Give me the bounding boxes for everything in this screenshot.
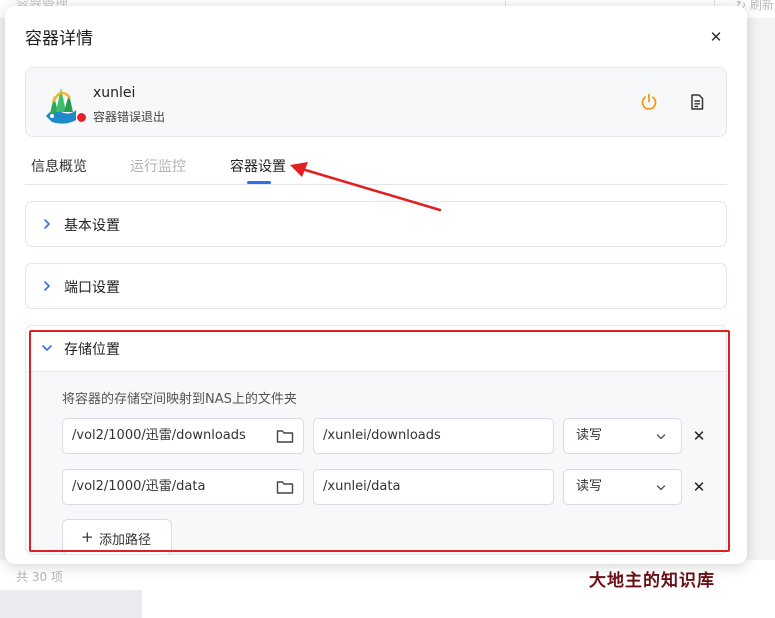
- storage-location-header[interactable]: 存储位置: [26, 326, 726, 372]
- host-path-value: /vol2/1000/迅雷/downloads: [72, 428, 246, 443]
- folder-icon[interactable]: [276, 479, 294, 495]
- chevron-right-icon: [44, 219, 50, 229]
- chevron-right-icon: [44, 281, 50, 291]
- background-total-count: 共 30 项: [16, 570, 63, 584]
- port-settings-header[interactable]: 端口设置: [26, 264, 726, 310]
- port-settings-label: 端口设置: [64, 280, 120, 296]
- status-error-dot: [76, 112, 87, 123]
- container-path-field[interactable]: /xunlei/data: [313, 469, 554, 505]
- container-details-dialog: 容器详情 ✕ xunlei 容器错误退出 信息概览 运行监控 容器设置 基本设置…: [5, 6, 747, 564]
- tab-bar: 信息概览 运行监控 容器设置: [25, 150, 727, 185]
- background-refresh-label: 刷新: [749, 0, 774, 12]
- background-sidebar-strip: [0, 590, 142, 618]
- container-path-field[interactable]: /xunlei/downloads: [313, 418, 554, 454]
- permission-select[interactable]: 读写: [563, 418, 682, 454]
- dialog-title: 容器详情: [25, 29, 93, 49]
- chevron-down-icon: [42, 345, 52, 351]
- tab-settings[interactable]: 容器设置: [230, 156, 286, 176]
- chevron-down-icon: [656, 485, 666, 491]
- host-path-value: /vol2/1000/迅雷/data: [72, 479, 206, 494]
- xunlei-logo-icon: [46, 88, 76, 124]
- container-path-value: /xunlei/downloads: [323, 428, 441, 443]
- background-content-strip: [142, 590, 775, 618]
- remove-mount-icon[interactable]: ✕: [691, 479, 707, 495]
- storage-description: 将容器的存储空间映射到NAS上的文件夹: [62, 392, 297, 407]
- permission-value: 读写: [576, 479, 603, 494]
- section-basic-settings: 基本设置: [25, 201, 727, 247]
- add-path-button[interactable]: + 添加路径: [62, 519, 172, 554]
- section-storage-location: 存储位置 将容器的存储空间映射到NAS上的文件夹 /vol2/1000/迅雷/d…: [25, 325, 727, 555]
- tab-overview[interactable]: 信息概览: [31, 156, 87, 176]
- container-name: xunlei: [93, 85, 136, 101]
- active-tab-indicator: [247, 181, 271, 184]
- basic-settings-header[interactable]: 基本设置: [26, 202, 726, 248]
- basic-settings-label: 基本设置: [64, 218, 120, 234]
- watermark-text: 大地主的知识库: [589, 571, 715, 591]
- permission-value: 读写: [576, 428, 603, 443]
- permission-select[interactable]: 读写: [563, 469, 682, 505]
- container-info-card: xunlei 容器错误退出: [25, 67, 727, 137]
- section-port-settings: 端口设置: [25, 263, 727, 309]
- remove-mount-icon[interactable]: ✕: [691, 428, 707, 444]
- host-path-field[interactable]: /vol2/1000/迅雷/data: [62, 469, 304, 505]
- add-path-label: 添加路径: [99, 533, 152, 548]
- tab-monitor[interactable]: 运行监控: [130, 156, 186, 176]
- container-path-value: /xunlei/data: [323, 479, 401, 494]
- folder-icon[interactable]: [276, 428, 294, 444]
- close-icon[interactable]: ✕: [707, 28, 725, 46]
- chevron-down-icon: [656, 434, 666, 440]
- container-status: 容器错误退出: [93, 110, 166, 124]
- storage-location-label: 存储位置: [64, 342, 120, 358]
- power-icon[interactable]: [639, 92, 659, 112]
- host-path-field[interactable]: /vol2/1000/迅雷/downloads: [62, 418, 304, 454]
- plus-icon: +: [81, 528, 94, 546]
- log-icon[interactable]: [688, 93, 706, 111]
